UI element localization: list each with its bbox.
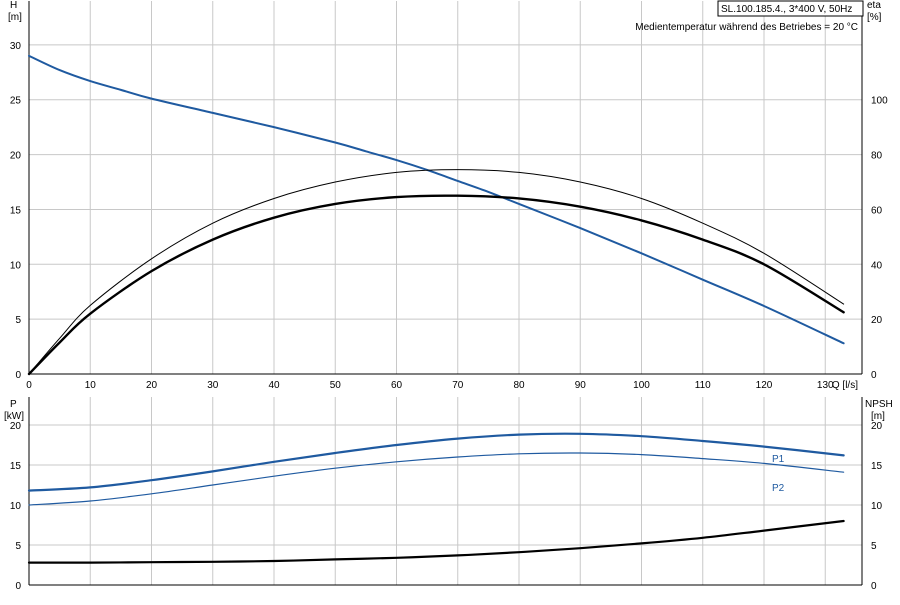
- top-y-left-tick-label: 15: [10, 205, 22, 216]
- x-axis-label: Q [l/s]: [832, 380, 858, 391]
- top-y-left-tick-label: 25: [10, 96, 22, 107]
- top-x-tick-label: 80: [513, 380, 525, 391]
- pump-label: SL.100.185.4., 3*400 V, 50Hz: [721, 4, 852, 15]
- top-x-tick-label: 50: [330, 380, 342, 391]
- top-x-tick-label: 90: [575, 380, 587, 391]
- bottom-y-right-tick-label: 10: [871, 501, 883, 512]
- y-right-label-top-eta: eta: [867, 0, 881, 11]
- top-y-left-tick-label: 10: [10, 260, 22, 271]
- series-label-p1: P1: [772, 454, 785, 465]
- y-left-label-bottom-unit: [kW]: [4, 411, 24, 422]
- top-y-left-tick-label: 5: [15, 315, 21, 326]
- bottom-y-right-tick-label: 20: [871, 421, 883, 432]
- pump-curve-chart: 0 10 20 30 40 50 60 70 80 90 100 110 120 130 0 5 10 15 20 2…: [0, 0, 900, 600]
- top-x-tick-label: 30: [207, 380, 219, 391]
- top-x-tick-label: 40: [268, 380, 280, 391]
- top-y-right-tick-label: 20: [871, 315, 883, 326]
- top-y-right-tick-label: 60: [871, 205, 883, 216]
- top-x-tick-label: 10: [85, 380, 97, 391]
- y-right-label-top-unit: [%]: [867, 12, 882, 23]
- bottom-y-left-tick-label: 0: [15, 581, 21, 592]
- temperature-note: Medientemperatur während des Betriebes =…: [635, 22, 858, 33]
- bottom-y-left-tick-label: 20: [10, 421, 22, 432]
- top-x-tick-label: 120: [756, 380, 773, 391]
- top-x-tick-label: 0: [26, 380, 32, 391]
- bottom-y-right-tick-label: 0: [871, 581, 877, 592]
- bottom-y-left-tick-label: 10: [10, 501, 22, 512]
- y-right-label-bottom-npsh: NPSH: [865, 399, 893, 410]
- top-y-right-tick-label: 100: [871, 96, 888, 107]
- bottom-y-right-tick-label: 5: [871, 541, 877, 552]
- y-left-label-top-unit: [m]: [8, 12, 22, 23]
- top-x-tick-label: 20: [146, 380, 158, 391]
- top-y-right-tick-label: 80: [871, 151, 883, 162]
- top-y-right-tick-label: 40: [871, 260, 883, 271]
- top-x-tick-label: 100: [633, 380, 650, 391]
- top-x-tick-label: 60: [391, 380, 403, 391]
- top-x-tick-label: 110: [695, 380, 711, 391]
- top-y-left-tick-label: 20: [10, 151, 22, 162]
- top-y-left-tick-label: 30: [10, 41, 22, 52]
- bottom-y-right-tick-label: 15: [871, 461, 883, 472]
- top-y-right-tick-label: 0: [871, 370, 877, 381]
- y-left-label-bottom-p: P: [10, 399, 17, 410]
- top-x-tick-label: 70: [452, 380, 464, 391]
- chart-canvas: 0 10 20 30 40 50 60 70 80 90 100 110 120 130051015202…: [4, 0, 893, 592]
- top-y-left-tick-label: 0: [15, 370, 21, 381]
- power-npsh-chart: 0 0 5 5 10 10 15 15 20 20: [10, 397, 883, 592]
- bottom-y-left-tick-label: 15: [10, 461, 22, 472]
- series-label-p2: P2: [772, 483, 785, 494]
- y-right-label-bottom-unit: [m]: [871, 411, 885, 422]
- y-left-label-top-h: H: [10, 0, 17, 11]
- bottom-y-left-tick-label: 5: [15, 541, 21, 552]
- head-efficiency-chart: 0 10 20 30 40 50 60 70 80 90 100 110 120 130051015202…: [10, 1, 888, 391]
